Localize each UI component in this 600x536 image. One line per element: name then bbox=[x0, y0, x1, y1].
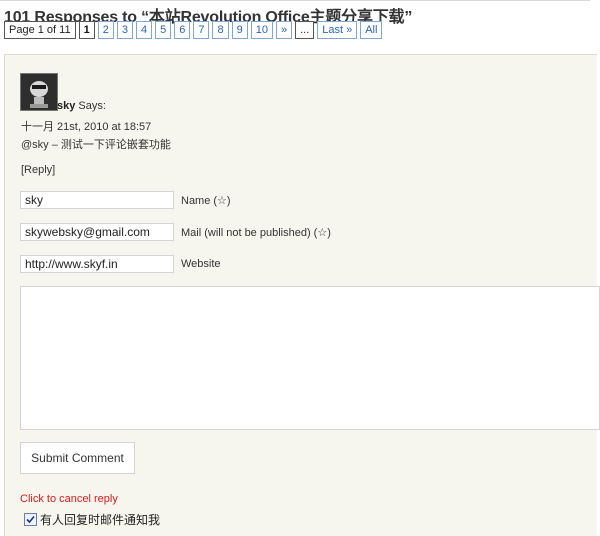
notify-option: 有人回复时邮件通知我 bbox=[24, 511, 160, 528]
comment-date[interactable]: 十一月 21st, 2010 at 18:57 bbox=[21, 118, 151, 134]
reply-link[interactable]: [Reply] bbox=[21, 164, 55, 176]
page-info: Page 1 of 11 bbox=[4, 21, 76, 39]
submit-comment-button[interactable]: Submit Comment bbox=[20, 442, 135, 474]
email-field[interactable]: skywebsky@gmail.com bbox=[20, 223, 174, 241]
page-link-8[interactable]: 8 bbox=[212, 21, 229, 39]
user-avatar-icon bbox=[20, 73, 58, 111]
page-current: 1 bbox=[78, 21, 95, 39]
page-link-2[interactable]: 2 bbox=[97, 21, 114, 39]
name-label: Name (☆) bbox=[181, 195, 231, 207]
page-all-link[interactable]: All bbox=[360, 21, 383, 39]
page-link-9[interactable]: 9 bbox=[231, 21, 248, 39]
email-label: Mail (will not be published) (☆) bbox=[181, 227, 331, 239]
check-mark-icon bbox=[26, 515, 35, 524]
page-link-5[interactable]: 5 bbox=[155, 21, 172, 39]
comment-textarea[interactable] bbox=[20, 286, 600, 430]
cancel-reply-link[interactable]: Click to cancel reply bbox=[20, 493, 118, 505]
comment-says: Says: bbox=[75, 100, 106, 112]
page-link-10[interactable]: 10 bbox=[250, 21, 273, 39]
comment-author-line: sky Says: bbox=[57, 100, 106, 112]
comment-author[interactable]: sky bbox=[57, 100, 75, 112]
page-last-link[interactable]: Last » bbox=[317, 21, 358, 39]
notify-checkbox[interactable] bbox=[24, 513, 37, 526]
page-ellipsis: ... bbox=[295, 21, 315, 39]
page-link-3[interactable]: 3 bbox=[116, 21, 133, 39]
name-field[interactable]: sky bbox=[20, 191, 174, 209]
website-field[interactable]: http://www.skyf.in bbox=[20, 255, 174, 273]
comment-pagination: Page 1 of 11 1 2 3 4 5 6 7 8 9 10 » ... … bbox=[4, 21, 383, 39]
comment-text: @sky – 测试一下评论嵌套功能 bbox=[21, 139, 171, 151]
page-link-6[interactable]: 6 bbox=[174, 21, 191, 39]
notify-label: 有人回复时邮件通知我 bbox=[40, 513, 161, 527]
website-label: Website bbox=[181, 258, 221, 270]
page-link-4[interactable]: 4 bbox=[135, 21, 153, 39]
page-next-link[interactable]: » bbox=[275, 21, 293, 39]
page-link-7[interactable]: 7 bbox=[193, 21, 210, 39]
